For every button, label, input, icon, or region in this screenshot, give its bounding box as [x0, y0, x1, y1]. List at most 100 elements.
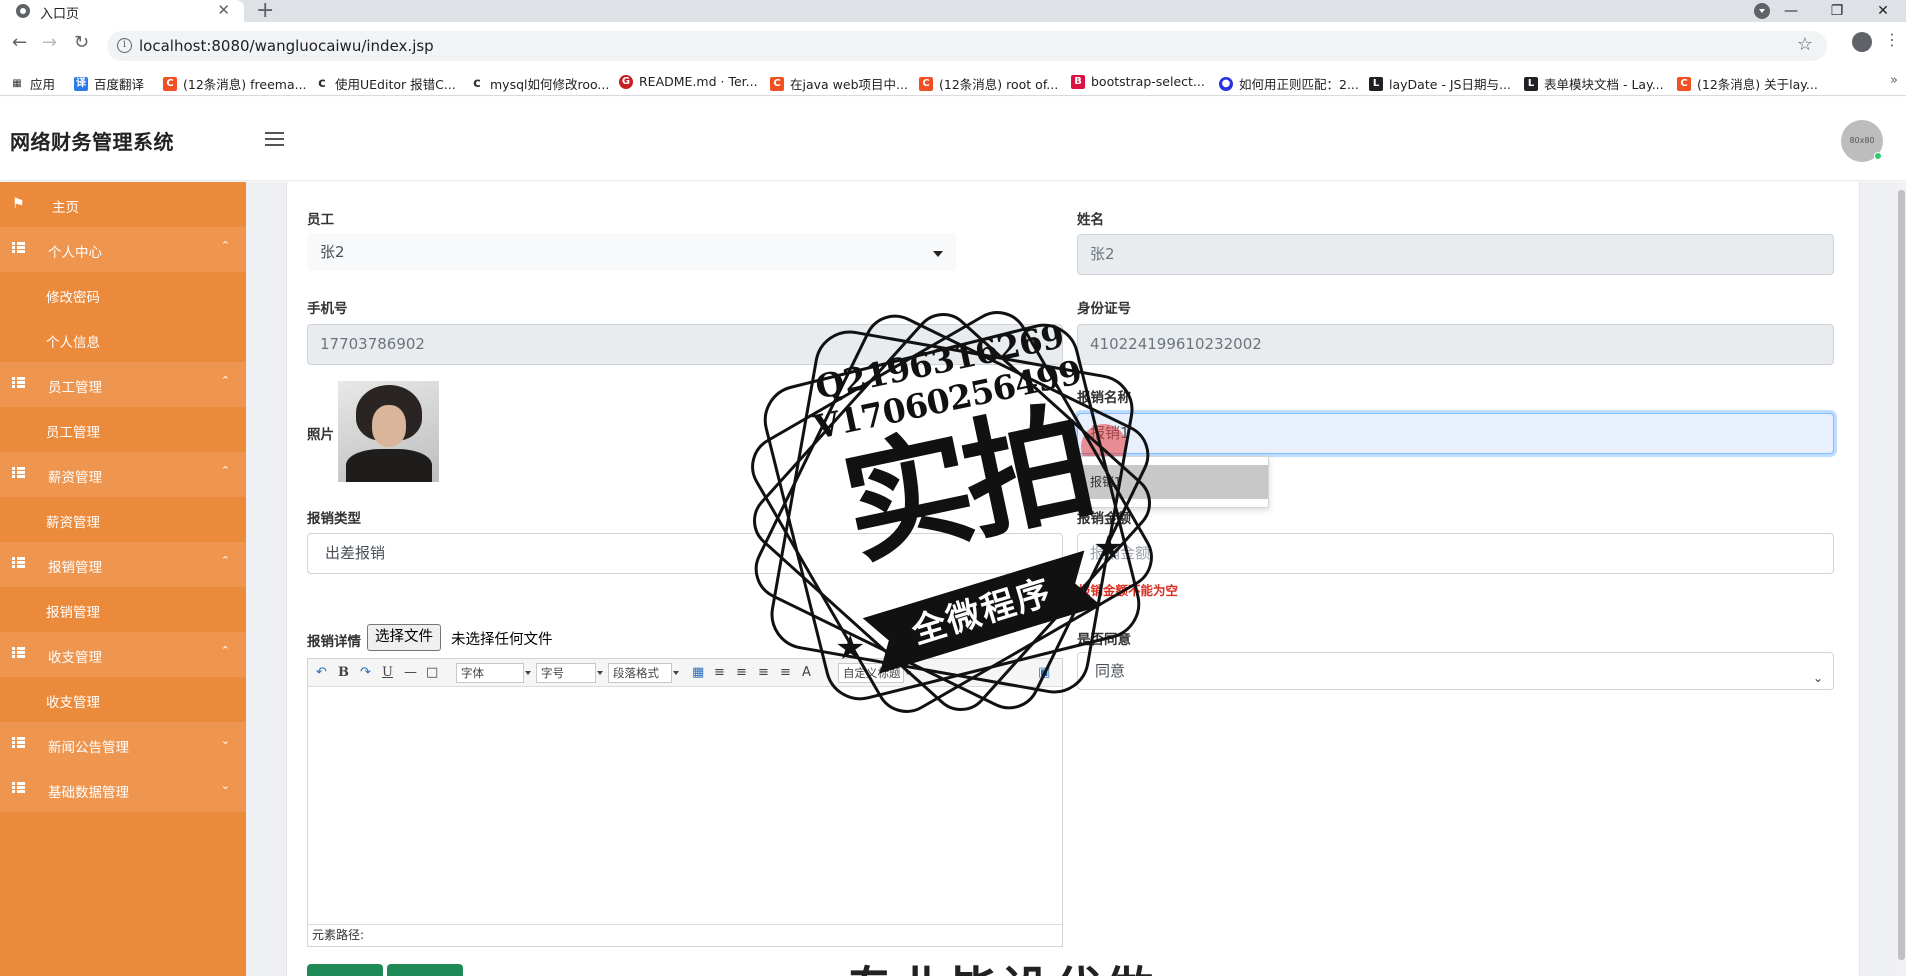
scrollbar-thumb[interactable] — [1898, 190, 1905, 960]
submit-button[interactable] — [307, 964, 383, 976]
employee-select-value: 张2 — [320, 243, 345, 261]
reload-icon[interactable]: ↻ — [74, 32, 89, 53]
more-bookmarks-icon[interactable]: » — [1890, 73, 1898, 88]
sidebar-item-label: 报销管理 — [46, 605, 100, 621]
reimb-name-input[interactable]: 报销1 — [1077, 413, 1834, 454]
cancel-button[interactable] — [387, 964, 463, 976]
close-window-button[interactable]: ✕ — [1860, 3, 1906, 19]
layui-icon: L — [1524, 76, 1538, 91]
site-info-icon[interactable]: i — [117, 38, 132, 53]
grid-icon — [12, 646, 25, 662]
sidebar-item-reimbursement-management[interactable]: 报销管理 — [0, 587, 246, 632]
paragraph-format-select[interactable]: 段落格式 — [608, 663, 679, 683]
online-status-dot — [1874, 152, 1882, 160]
chevron-up-icon: ⌃ — [220, 374, 230, 387]
bookmark-item[interactable]: LlayDate - JS日期与... — [1369, 74, 1511, 93]
back-arrow-icon[interactable]: ← — [12, 32, 27, 53]
document-icon[interactable]: □ — [426, 665, 438, 680]
undo-icon[interactable]: ↶ — [316, 665, 327, 680]
browser-toolbar: ← → ↻ i localhost:8080/wangluocaiwu/inde… — [0, 22, 1906, 70]
sidebar-group-reimbursement[interactable]: 报销管理 ⌃ — [0, 542, 246, 587]
minimize-button[interactable]: — — [1768, 3, 1814, 19]
browser-tab[interactable]: 入口页 ✕ — [0, 0, 244, 22]
sidebar-item-label: 主页 — [52, 200, 79, 216]
sidebar-group-news[interactable]: 新闻公告管理 ⌄ — [0, 722, 246, 767]
bookmark-item[interactable]: C 在java web项目中... — [770, 74, 908, 93]
employee-select[interactable]: 张2 — [307, 233, 956, 271]
name-field[interactable]: 张2 — [1077, 234, 1834, 275]
sidebar-item-label: 新闻公告管理 — [48, 740, 129, 756]
url-text[interactable]: localhost:8080/wangluocaiwu/index.jsp — [139, 37, 434, 55]
sidebar-group-personal-center[interactable]: 个人中心 ⌃ — [0, 227, 246, 272]
bookmark-item[interactable]: L 表单模块文档 - Lay... — [1524, 74, 1664, 93]
menu-toggle-icon[interactable] — [265, 132, 284, 150]
bookmark-item[interactable]: C (12条消息) 关于lay... — [1677, 74, 1818, 93]
address-bar[interactable]: i localhost:8080/wangluocaiwu/index.jsp … — [107, 31, 1827, 61]
grid-icon — [12, 466, 25, 482]
bookmark-item[interactable]: 译百度翻译 — [74, 74, 144, 93]
name-label: 姓名 — [1077, 212, 1104, 228]
restore-button[interactable]: ❐ — [1814, 3, 1860, 19]
grid-icon — [12, 376, 25, 392]
table-icon[interactable]: ▦ — [692, 665, 704, 680]
ueditor-icon: ϲ — [318, 75, 326, 91]
star-icon: ★ — [1093, 528, 1124, 568]
chevron-up-icon: ⌃ — [220, 554, 230, 567]
page-scrollbar[interactable] — [1897, 182, 1906, 976]
idcard-field[interactable]: 410224199610232002 — [1077, 324, 1834, 365]
bookmark-apps[interactable]: ▦ 应用 — [10, 74, 55, 93]
sidebar-group-salary[interactable]: 薪资管理 ⌃ — [0, 452, 246, 497]
chevron-down-icon: ⌄ — [220, 734, 230, 747]
sidebar-item-personal-info[interactable]: 个人信息 — [0, 317, 246, 362]
photo-label: 照片 — [307, 427, 334, 443]
agree-select[interactable]: 同意 ⌄ — [1077, 652, 1834, 690]
bookmark-star-icon[interactable]: ☆ — [1797, 34, 1813, 55]
bookmark-item[interactable]: C (12条消息) freema... — [163, 74, 307, 93]
underline-icon[interactable]: U — [382, 665, 393, 680]
csdn-icon: C — [919, 76, 933, 91]
sidebar-item-label: 薪资管理 — [46, 515, 100, 531]
apps-grid-icon: ▦ — [12, 77, 22, 89]
browser-menu-icon[interactable]: ⋮ — [1884, 30, 1900, 49]
employee-label: 员工 — [307, 212, 334, 228]
sidebar-group-income-expense[interactable]: 收支管理 ⌃ — [0, 632, 246, 677]
amount-input[interactable]: 报销金额 — [1077, 533, 1834, 574]
sidebar-group-basic-data[interactable]: 基础数据管理 ⌄ — [0, 767, 246, 812]
new-tab-button[interactable]: + — [256, 0, 274, 23]
font-family-select[interactable]: 字体 — [456, 663, 531, 683]
sidebar-item-label: 员工管理 — [46, 425, 100, 441]
bookmark-item[interactable]: C (12条消息) root of... — [919, 74, 1058, 93]
grid-icon — [12, 736, 25, 752]
bookmark-item[interactable]: ● 如何用正则匹配：2... — [1219, 74, 1359, 93]
choose-file-button[interactable]: 选择文件 — [367, 624, 441, 651]
tab-title: 入口页 — [40, 7, 80, 22]
reimb-type-label: 报销类型 — [307, 511, 361, 527]
chevron-up-icon: ⌃ — [220, 239, 230, 252]
sidebar-item-employee-management[interactable]: 员工管理 — [0, 407, 246, 452]
bookmark-item[interactable]: G README.md · Ter... — [619, 74, 758, 89]
file-status-text: 未选择任何文件 — [451, 632, 553, 648]
bold-icon[interactable]: B — [338, 665, 349, 680]
sidebar-item-change-password[interactable]: 修改密码 — [0, 272, 246, 317]
bookmarks-bar: ▦ 应用 译百度翻译 C (12条消息) freema... ϲ 使用UEditor … — [0, 70, 1906, 96]
bottom-watermark-text: 专业毕设代做 — [845, 950, 1157, 976]
sidebar-item-salary-management[interactable]: 薪资管理 — [0, 497, 246, 542]
bookmark-item[interactable]: Bbootstrap-select... — [1071, 74, 1205, 89]
csdn-icon: C — [770, 76, 784, 91]
sidebar-item-income-expense-management[interactable]: 收支管理 — [0, 677, 246, 722]
sidebar-item-label: 收支管理 — [46, 695, 100, 711]
redo-icon[interactable]: ↷ — [360, 665, 371, 680]
forward-arrow-icon[interactable]: → — [42, 32, 57, 53]
bookmark-item[interactable]: ϲ 使用UEditor 报错C... — [315, 74, 456, 93]
chevron-down-icon: ⌄ — [220, 779, 230, 792]
font-size-select[interactable]: 字号 — [536, 663, 603, 683]
account-icon[interactable] — [1852, 32, 1872, 52]
sidebar-item-home[interactable]: ⚑ 主页 — [0, 182, 246, 227]
sidebar-group-employee[interactable]: 员工管理 ⌃ — [0, 362, 246, 407]
layui-icon: L — [1369, 76, 1383, 91]
detail-label: 报销详情 — [307, 634, 361, 650]
horizontal-rule-icon[interactable]: — — [404, 665, 417, 680]
sidebar-item-label: 收支管理 — [48, 650, 102, 666]
tab-close-icon[interactable]: ✕ — [217, 1, 230, 19]
bookmark-item[interactable]: ϲ mysql如何修改roo... — [470, 74, 609, 93]
